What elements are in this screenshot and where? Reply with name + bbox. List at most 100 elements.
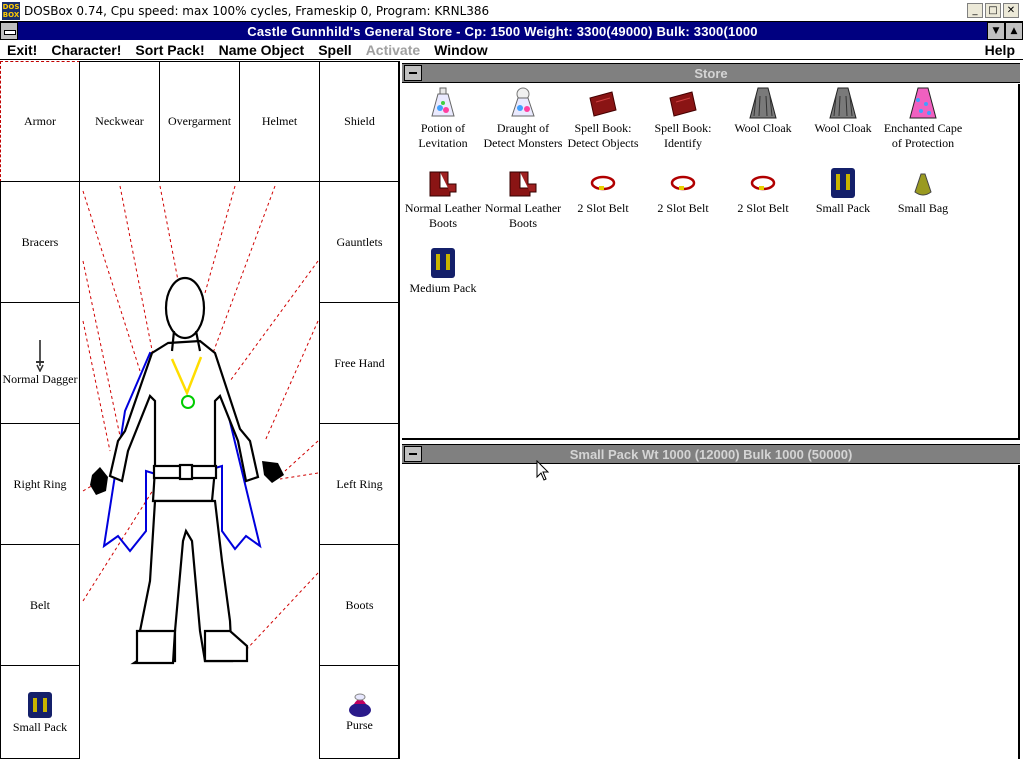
slot-left-ring-label: Left Ring [336, 476, 383, 491]
store-panel: Potion of Levitation Draught of Detect M… [402, 84, 1020, 440]
cape-icon [909, 87, 937, 119]
menu-character[interactable]: Character! [44, 42, 128, 58]
window-title-bar: Castle Gunnhild's General Store - Cp: 15… [0, 22, 1023, 40]
store-item[interactable]: Small Pack [803, 166, 883, 216]
slot-gauntlets[interactable]: Gauntlets [319, 181, 400, 303]
store-item[interactable]: Draught of Detect Monsters [483, 86, 563, 151]
pack-icon [431, 248, 455, 278]
store-item[interactable]: 2 Slot Belt [643, 166, 723, 216]
slot-boots-label: Boots [345, 597, 374, 612]
slot-neckwear[interactable]: Neckwear [79, 61, 160, 182]
store-item-label: Spell Book: Identify [654, 121, 712, 150]
store-item-label: Small Bag [897, 201, 949, 215]
store-item[interactable]: Enchanted Cape of Protection [883, 86, 963, 151]
slot-belt[interactable]: Belt [0, 544, 80, 666]
boots-icon [509, 171, 537, 197]
store-item[interactable]: Wool Cloak [803, 86, 883, 136]
belt-icon [670, 175, 696, 191]
store-item[interactable]: Spell Book: Detect Objects [563, 86, 643, 151]
menu-sort-pack[interactable]: Sort Pack! [128, 42, 211, 58]
store-item[interactable]: Small Bag [883, 166, 963, 216]
store-item-label: Normal Leather Boots [404, 201, 482, 230]
slot-right-ring[interactable]: Right Ring [0, 423, 80, 545]
store-item[interactable]: 2 Slot Belt [723, 166, 803, 216]
slot-armor[interactable]: Armor [0, 61, 80, 182]
slot-boots[interactable]: Boots [319, 544, 400, 666]
slot-overgarment-label: Overgarment [167, 114, 232, 128]
store-item[interactable]: Spell Book: Identify [643, 86, 723, 151]
store-item-label: 2 Slot Belt [737, 201, 789, 215]
slot-weapon-hand[interactable]: Normal Dagger [0, 302, 80, 424]
slot-pack[interactable]: Small Pack [0, 665, 80, 759]
purse-icon [348, 693, 371, 717]
store-item-label: Draught of Detect Monsters [483, 121, 563, 150]
slot-right-ring-label: Right Ring [13, 476, 67, 491]
store-item[interactable]: 2 Slot Belt [563, 166, 643, 216]
menu-exit[interactable]: Exit! [0, 42, 44, 58]
menu-activate: Activate [365, 41, 421, 58]
slot-free-hand[interactable]: Free Hand [319, 302, 400, 424]
slot-helmet-label: Helmet [261, 114, 298, 128]
store-item[interactable]: Wool Cloak [723, 86, 803, 136]
pack-panel-header: Small Pack Wt 1000 (12000) Bulk 1000 (50… [402, 444, 1020, 464]
slot-pack-label: Small Pack [12, 719, 68, 734]
slot-bracers[interactable]: Bracers [0, 181, 80, 303]
store-item-label: Potion of Levitation [418, 121, 468, 150]
slot-armor-label: Armor [24, 114, 56, 128]
window-title: Castle Gunnhild's General Store - Cp: 15… [247, 23, 758, 39]
window-minimize-button[interactable]: ▼ [987, 22, 1005, 40]
cloak-icon [829, 87, 857, 119]
slot-weapon-label: Normal Dagger [2, 371, 78, 386]
menu-window[interactable]: Window [427, 42, 495, 58]
cloak-icon [749, 87, 777, 119]
menu-name-object[interactable]: Name Object [212, 42, 312, 58]
spellbook-icon [669, 91, 697, 117]
store-item-label: Small Pack [815, 201, 871, 215]
store-item[interactable]: Medium Pack [403, 246, 483, 296]
store-item[interactable]: Normal Leather Boots [483, 166, 563, 231]
slot-belt-label: Belt [30, 597, 50, 612]
slot-gauntlets-label: Gauntlets [336, 234, 383, 249]
slot-purse[interactable]: Purse [319, 665, 400, 759]
system-menu-icon[interactable] [0, 22, 18, 40]
slot-helmet[interactable]: Helmet [239, 61, 320, 182]
dagger-icon [36, 339, 44, 372]
bag-icon [914, 173, 932, 196]
dosbox-title-bar: DOS BOX DOSBox 0.74, Cpu speed: max 100%… [0, 0, 1023, 22]
slot-overgarment[interactable]: Overgarment [159, 61, 240, 182]
pack-panel [402, 465, 1020, 759]
store-item[interactable]: Normal Leather Boots [403, 166, 483, 231]
window-maximize-button[interactable]: ▲ [1005, 22, 1023, 40]
slot-shield-label: Shield [344, 114, 375, 128]
pack-icon [831, 168, 855, 198]
store-item-label: 2 Slot Belt [657, 201, 709, 215]
store-item-label: Normal Leather Boots [484, 201, 562, 230]
dosbox-close-button[interactable]: ✕ [1003, 3, 1019, 18]
potion-icon [431, 87, 455, 117]
slot-left-ring[interactable]: Left Ring [319, 423, 400, 545]
store-item-label: Medium Pack [409, 281, 477, 295]
slot-shield[interactable]: Shield [319, 61, 400, 182]
store-item-label: Enchanted Cape of Protection [883, 121, 963, 150]
mouse-cursor-icon [536, 460, 550, 481]
menu-help[interactable]: Help [978, 42, 1023, 58]
dosbox-minimize-button[interactable]: _ [967, 3, 983, 18]
belt-icon [750, 175, 776, 191]
menu-spell[interactable]: Spell [311, 42, 358, 58]
equipment-panel: Armor Neckwear Overgarment Helmet Shield… [0, 61, 400, 759]
dosbox-title: DOSBox 0.74, Cpu speed: max 100% cycles,… [24, 3, 490, 18]
spellbook-icon [589, 91, 617, 117]
dosbox-app-icon[interactable]: DOS BOX [2, 1, 20, 20]
menu-bar: Exit! Character! Sort Pack! Name Object … [0, 40, 1023, 60]
slot-purse-label: Purse [346, 717, 373, 732]
pack-title: Small Pack Wt 1000 (12000) Bulk 1000 (50… [569, 447, 853, 462]
store-item[interactable]: Potion of Levitation [403, 86, 483, 151]
store-item-label: 2 Slot Belt [577, 201, 629, 215]
slot-free-hand-label: Free Hand [334, 355, 385, 370]
pack-icon [28, 691, 52, 718]
store-item-label: Spell Book: Detect Objects [567, 121, 639, 150]
slot-neckwear-label: Neckwear [95, 114, 144, 128]
belt-icon [590, 175, 616, 191]
slot-bracers-label: Bracers [21, 234, 59, 249]
dosbox-maximize-button[interactable]: □ [985, 3, 1001, 18]
